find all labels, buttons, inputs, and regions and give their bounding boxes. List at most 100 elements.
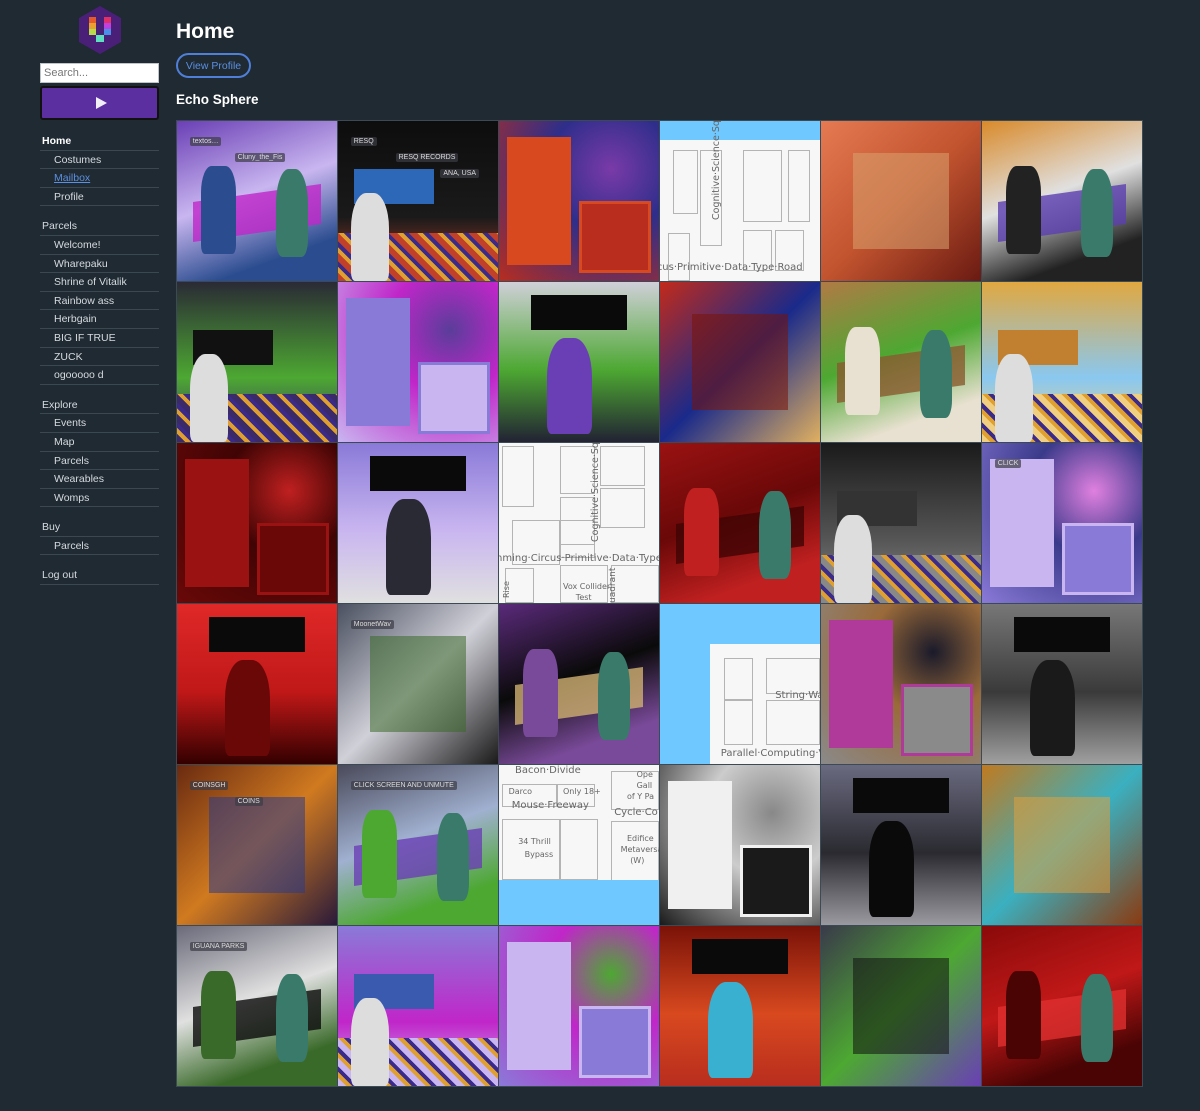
- sidebar-item-costumes[interactable]: Costumes: [40, 151, 159, 170]
- map-snapshot-tile[interactable]: String·Wa Parallel·Computing·V: [660, 604, 820, 764]
- map-street-label: Cognitive·Science·Squar: [590, 443, 602, 543]
- sidebar-item-womps[interactable]: Womps: [40, 489, 159, 508]
- snapshot-tile[interactable]: [821, 765, 981, 925]
- sidebar-item-events[interactable]: Events: [40, 414, 159, 433]
- snapshot-tile[interactable]: MoonetWav: [338, 604, 498, 764]
- voxel-hexagon-logo-icon[interactable]: [77, 5, 123, 55]
- avatar-figure: [1081, 974, 1114, 1062]
- snapshot-tile[interactable]: [821, 443, 981, 603]
- snapshot-tile[interactable]: CLICK: [982, 443, 1142, 603]
- avatar-figure: [684, 487, 720, 576]
- snapshot-tile[interactable]: [821, 121, 981, 281]
- map-street-label: Test: [575, 593, 592, 603]
- snapshot-tile[interactable]: [499, 926, 659, 1086]
- section-title: Echo Sphere: [176, 92, 259, 107]
- map-block: [502, 446, 535, 507]
- search-input[interactable]: [40, 63, 159, 83]
- snapshot-tile[interactable]: [177, 282, 337, 442]
- block: [185, 459, 249, 587]
- avatar-figure: [350, 998, 390, 1086]
- block: [418, 362, 490, 434]
- map-street-label: (W): [630, 856, 645, 866]
- snapshot-tile[interactable]: [499, 121, 659, 281]
- snapshot-tile[interactable]: textos… Cluny_the_Fis: [177, 121, 337, 281]
- water: [499, 880, 659, 925]
- scene-text-label: RESQ: [350, 137, 377, 146]
- snapshot-tile[interactable]: RESQ RESQ RECORDS ANA, USA: [338, 121, 498, 281]
- sidebar-item-ogooooo-d[interactable]: ogooooo d: [40, 366, 159, 385]
- snapshot-tile[interactable]: [982, 765, 1142, 925]
- snapshot-tile[interactable]: [338, 282, 498, 442]
- snapshot-tile[interactable]: [177, 604, 337, 764]
- map-street-label: Parallel·Computing·V: [720, 748, 820, 759]
- avatar-figure: [386, 499, 431, 595]
- sidebar-item-mailbox[interactable]: Mailbox: [40, 169, 159, 188]
- sidebar-item-wearables[interactable]: Wearables: [40, 470, 159, 489]
- snapshot-tile[interactable]: [338, 926, 498, 1086]
- block: [579, 201, 651, 273]
- avatar-figure: [547, 338, 592, 434]
- scene-text-label: COINS: [234, 797, 263, 806]
- sidebar-item-rainbow-ass[interactable]: Rainbow ass: [40, 292, 159, 311]
- snapshot-tile[interactable]: [982, 121, 1142, 281]
- sidebar-item-zuck[interactable]: ZUCK: [40, 348, 159, 367]
- snapshot-tile[interactable]: [982, 282, 1142, 442]
- avatar-figure: [523, 648, 559, 737]
- snapshot-tile[interactable]: COINSGH COINS: [177, 765, 337, 925]
- block: [257, 523, 329, 595]
- wall-feature: [692, 314, 788, 410]
- snapshot-tile[interactable]: [660, 282, 820, 442]
- wall-feature: [370, 636, 466, 732]
- map-street-label: Only 18+: [563, 787, 601, 797]
- sidebar-item-big-if-true[interactable]: BIG IF TRUE: [40, 329, 159, 348]
- snapshot-tile[interactable]: [660, 443, 820, 603]
- snapshot-grid: textos… Cluny_the_Fis RESQ RESQ RECORDS ANA,…: [176, 120, 1143, 1087]
- snapshot-tile[interactable]: [499, 604, 659, 764]
- avatar-figure: [833, 515, 873, 603]
- map-snapshot-tile[interactable]: Cognitive·Science·Square cus·Primitive·Da…: [660, 121, 820, 281]
- play-button[interactable]: [40, 86, 159, 120]
- view-profile-button[interactable]: View Profile: [176, 53, 251, 78]
- snapshot-tile[interactable]: CLICK SCREEN AND UNMUTE: [338, 765, 498, 925]
- snapshot-tile[interactable]: [982, 926, 1142, 1086]
- snapshot-tile[interactable]: [821, 282, 981, 442]
- wall-feature: [209, 797, 305, 893]
- snapshot-tile[interactable]: [660, 926, 820, 1086]
- sidebar-item-wharepaku[interactable]: Wharepaku: [40, 255, 159, 274]
- map-street-label: cus·Primitive·Data·Type·Road: [660, 261, 803, 273]
- avatar-figure: [845, 326, 881, 415]
- water: [660, 121, 820, 141]
- sidebar-item-herbgain[interactable]: Herbgain: [40, 310, 159, 329]
- sidebar-item-welcome[interactable]: Welcome!: [40, 236, 159, 255]
- sidebar-item-parcels[interactable]: Parcels: [40, 537, 159, 556]
- sidebar-item-parcels[interactable]: Parcels: [40, 452, 159, 471]
- sidebar-item-profile[interactable]: Profile: [40, 188, 159, 207]
- screen: [692, 938, 788, 974]
- snapshot-tile[interactable]: IGUANA PARKS: [177, 926, 337, 1086]
- play-icon: [95, 97, 107, 109]
- block: [829, 620, 893, 748]
- sidebar-item-parcels[interactable]: Parcels: [40, 217, 159, 236]
- sidebar-item-explore[interactable]: Explore: [40, 396, 159, 415]
- map-snapshot-tile[interactable]: Bacon·Divide Darco Only 18+ Mouse·Freeway 34…: [499, 765, 659, 925]
- sidebar-item-log-out[interactable]: Log out: [40, 566, 159, 586]
- snapshot-tile[interactable]: [177, 443, 337, 603]
- sidebar-item-map[interactable]: Map: [40, 433, 159, 452]
- sidebar-item-home[interactable]: Home: [40, 132, 159, 151]
- snapshot-tile[interactable]: [338, 443, 498, 603]
- snapshot-tile[interactable]: [821, 604, 981, 764]
- snapshot-tile[interactable]: [660, 765, 820, 925]
- snapshot-tile[interactable]: [499, 282, 659, 442]
- map-street-label: Bypass: [524, 849, 554, 859]
- map-street-label: Ope: [636, 769, 653, 779]
- map-street-label: uadrant: [607, 567, 618, 603]
- map-snapshot-tile[interactable]: Cognitive·Science·Squar mming·Circus·Prim…: [499, 443, 659, 603]
- block: [740, 845, 812, 917]
- sidebar-item-buy[interactable]: Buy: [40, 518, 159, 537]
- sidebar-item-shrine-of-vitalik[interactable]: Shrine of Vitalik: [40, 273, 159, 292]
- nav-group: Log out: [40, 566, 159, 586]
- snapshot-tile[interactable]: [821, 926, 981, 1086]
- wall-feature: [853, 153, 949, 249]
- map-street-label: 34 Thrill: [518, 837, 551, 846]
- snapshot-tile[interactable]: [982, 604, 1142, 764]
